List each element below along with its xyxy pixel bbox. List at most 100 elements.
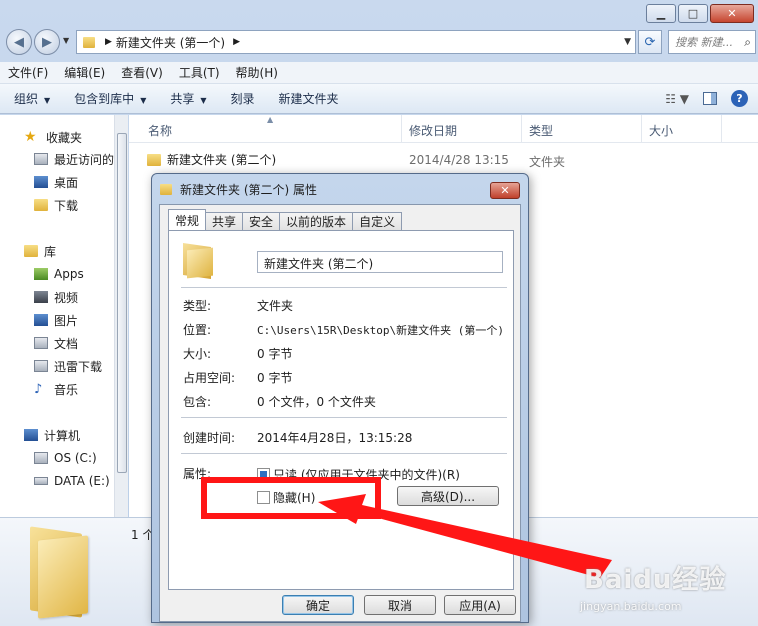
tab-previous-versions[interactable]: 以前的版本 [279, 212, 354, 230]
column-type[interactable]: 类型 [529, 122, 553, 139]
nav-libraries[interactable]: 库 [24, 241, 56, 261]
nav-label: 计算机 [44, 428, 81, 443]
breadcrumb-current[interactable]: 新建文件夹 (第一个) [116, 34, 225, 51]
nav-music[interactable]: ♪ 音乐 [34, 379, 78, 399]
apply-button[interactable]: 应用(A) [444, 595, 516, 615]
divider [181, 453, 507, 454]
size-label: 大小: [183, 347, 212, 361]
folder-name-input[interactable]: 新建文件夹 (第二个) [257, 251, 503, 273]
maximize-icon: □ [687, 7, 699, 20]
tab-strip: 常规 共享 安全 以前的版本 自定义 [168, 209, 403, 230]
back-button[interactable]: ◀ [6, 29, 32, 55]
preview-pane-icon[interactable] [703, 92, 717, 105]
folder-icon [83, 36, 95, 48]
nav-label: 库 [44, 244, 57, 259]
minimize-button[interactable]: ▁ [646, 4, 676, 23]
dropdown-arrow-icon: ▼ [44, 96, 51, 105]
column-divider[interactable] [641, 115, 642, 143]
close-icon: ✕ [727, 7, 737, 20]
menu-help[interactable]: 帮助(H) [236, 64, 278, 81]
search-input[interactable]: 搜索 新建... ⌕ [668, 30, 756, 54]
navigation-row: ◀ ▶ ▼ ▶ 新建文件夹 (第一个) ▶ ▼ ⟳ 搜索 新建... ⌕ [6, 28, 756, 56]
dialog-title-bar: 新建文件夹 (第二个) 属性 [160, 181, 317, 198]
column-modified[interactable]: 修改日期 [409, 122, 457, 139]
view-controls: ☷ ▼ ? [665, 90, 748, 107]
advanced-button[interactable]: 高级(D)... [397, 486, 499, 506]
desktop-icon [34, 176, 48, 188]
menu-file[interactable]: 文件(F) [8, 64, 48, 81]
contains-value: 0 个文件，0 个文件夹 [257, 395, 376, 409]
refresh-button[interactable]: ⟳ [638, 30, 662, 54]
cancel-button[interactable]: 取消 [364, 595, 436, 615]
computer-icon [24, 429, 38, 441]
nav-computer[interactable]: 计算机 [24, 425, 80, 445]
share-button[interactable]: 共享 ▼ [170, 90, 206, 107]
column-divider[interactable] [721, 115, 722, 143]
nav-downloads[interactable]: 下载 [34, 195, 78, 215]
nav-label: 音乐 [54, 382, 79, 397]
column-divider[interactable] [401, 115, 402, 143]
history-dropdown-icon[interactable]: ▼ [63, 36, 69, 45]
close-button[interactable]: ✕ [710, 4, 754, 23]
nav-drive-e[interactable]: DATA (E:) [34, 471, 110, 491]
picture-icon [34, 314, 48, 326]
organize-button[interactable]: 组织 ▼ [14, 90, 50, 107]
nav-drive-c[interactable]: OS (C:) [34, 448, 97, 468]
recent-places-icon [34, 153, 48, 165]
folder-icon [160, 184, 172, 195]
nav-label: OS (C:) [54, 451, 97, 465]
help-icon[interactable]: ? [731, 90, 748, 107]
maximize-button[interactable]: □ [678, 4, 708, 23]
address-bar[interactable]: ▶ 新建文件夹 (第一个) ▶ ▼ [76, 30, 636, 54]
dialog-body: 常规 共享 安全 以前的版本 自定义 新建文件夹 (第二个) 类型: 文件夹 位… [159, 204, 521, 622]
include-library-button[interactable]: 包含到库中 ▼ [74, 90, 146, 107]
nav-desktop[interactable]: 桌面 [34, 172, 78, 192]
column-divider[interactable] [521, 115, 522, 143]
nav-scrollbar[interactable] [114, 115, 128, 517]
location-label: 位置: [183, 323, 212, 337]
burn-button[interactable]: 刻录 [231, 90, 255, 107]
dialog-close-button[interactable]: ✕ [490, 182, 520, 199]
sort-arrow-icon: ▲ [267, 115, 274, 124]
general-tab-panel: 新建文件夹 (第二个) 类型: 文件夹 位置: C:\Users\15R\Des… [168, 230, 514, 590]
file-modified: 2014/4/28 13:15 [409, 153, 509, 167]
menu-view[interactable]: 查看(V) [121, 64, 163, 81]
music-icon: ♪ [34, 381, 43, 397]
nav-label: 图片 [54, 313, 79, 328]
tab-security[interactable]: 安全 [242, 212, 281, 230]
file-row[interactable]: 新建文件夹 (第二个) [147, 151, 276, 168]
nav-favorites[interactable]: ★ 收藏夹 [24, 127, 82, 147]
ok-button[interactable]: 确定 [282, 595, 354, 615]
size-value: 0 字节 [257, 347, 293, 361]
view-options-icon[interactable]: ☷ ▼ [665, 92, 689, 106]
tab-sharing[interactable]: 共享 [205, 212, 244, 230]
menu-edit[interactable]: 编辑(E) [64, 64, 105, 81]
breadcrumb-chevron-icon[interactable]: ▶ [233, 37, 240, 47]
divider [181, 287, 507, 288]
column-headers: 名称 ▲ 修改日期 类型 大小 [129, 115, 758, 143]
nav-label: 迅雷下载 [54, 359, 103, 374]
dropdown-arrow-icon: ▼ [140, 96, 147, 105]
scrollbar-thumb[interactable] [117, 133, 127, 473]
downloads-folder-icon [34, 199, 48, 211]
arrow-left-icon: ◀ [14, 34, 24, 50]
nav-label: 文档 [54, 336, 79, 351]
nav-apps[interactable]: Apps [34, 264, 84, 284]
column-size[interactable]: 大小 [649, 122, 673, 139]
menu-tools[interactable]: 工具(T) [179, 64, 220, 81]
address-dropdown-icon[interactable]: ▼ [624, 37, 631, 47]
new-folder-button[interactable]: 新建文件夹 [279, 90, 339, 107]
nav-pictures[interactable]: 图片 [34, 310, 78, 330]
nav-xunlei[interactable]: 迅雷下载 [34, 356, 102, 376]
forward-button[interactable]: ▶ [34, 29, 60, 55]
tab-general[interactable]: 常规 [168, 209, 207, 230]
type-label: 类型: [183, 299, 212, 313]
type-value: 文件夹 [257, 299, 294, 313]
nav-documents[interactable]: 文档 [34, 333, 78, 353]
refresh-icon: ⟳ [644, 34, 656, 50]
breadcrumb-chevron-icon[interactable]: ▶ [105, 37, 112, 47]
nav-recent[interactable]: 最近访问的 [34, 149, 114, 169]
tab-customize[interactable]: 自定义 [352, 212, 403, 230]
nav-videos[interactable]: 视频 [34, 287, 78, 307]
column-name[interactable]: 名称 [148, 122, 172, 139]
